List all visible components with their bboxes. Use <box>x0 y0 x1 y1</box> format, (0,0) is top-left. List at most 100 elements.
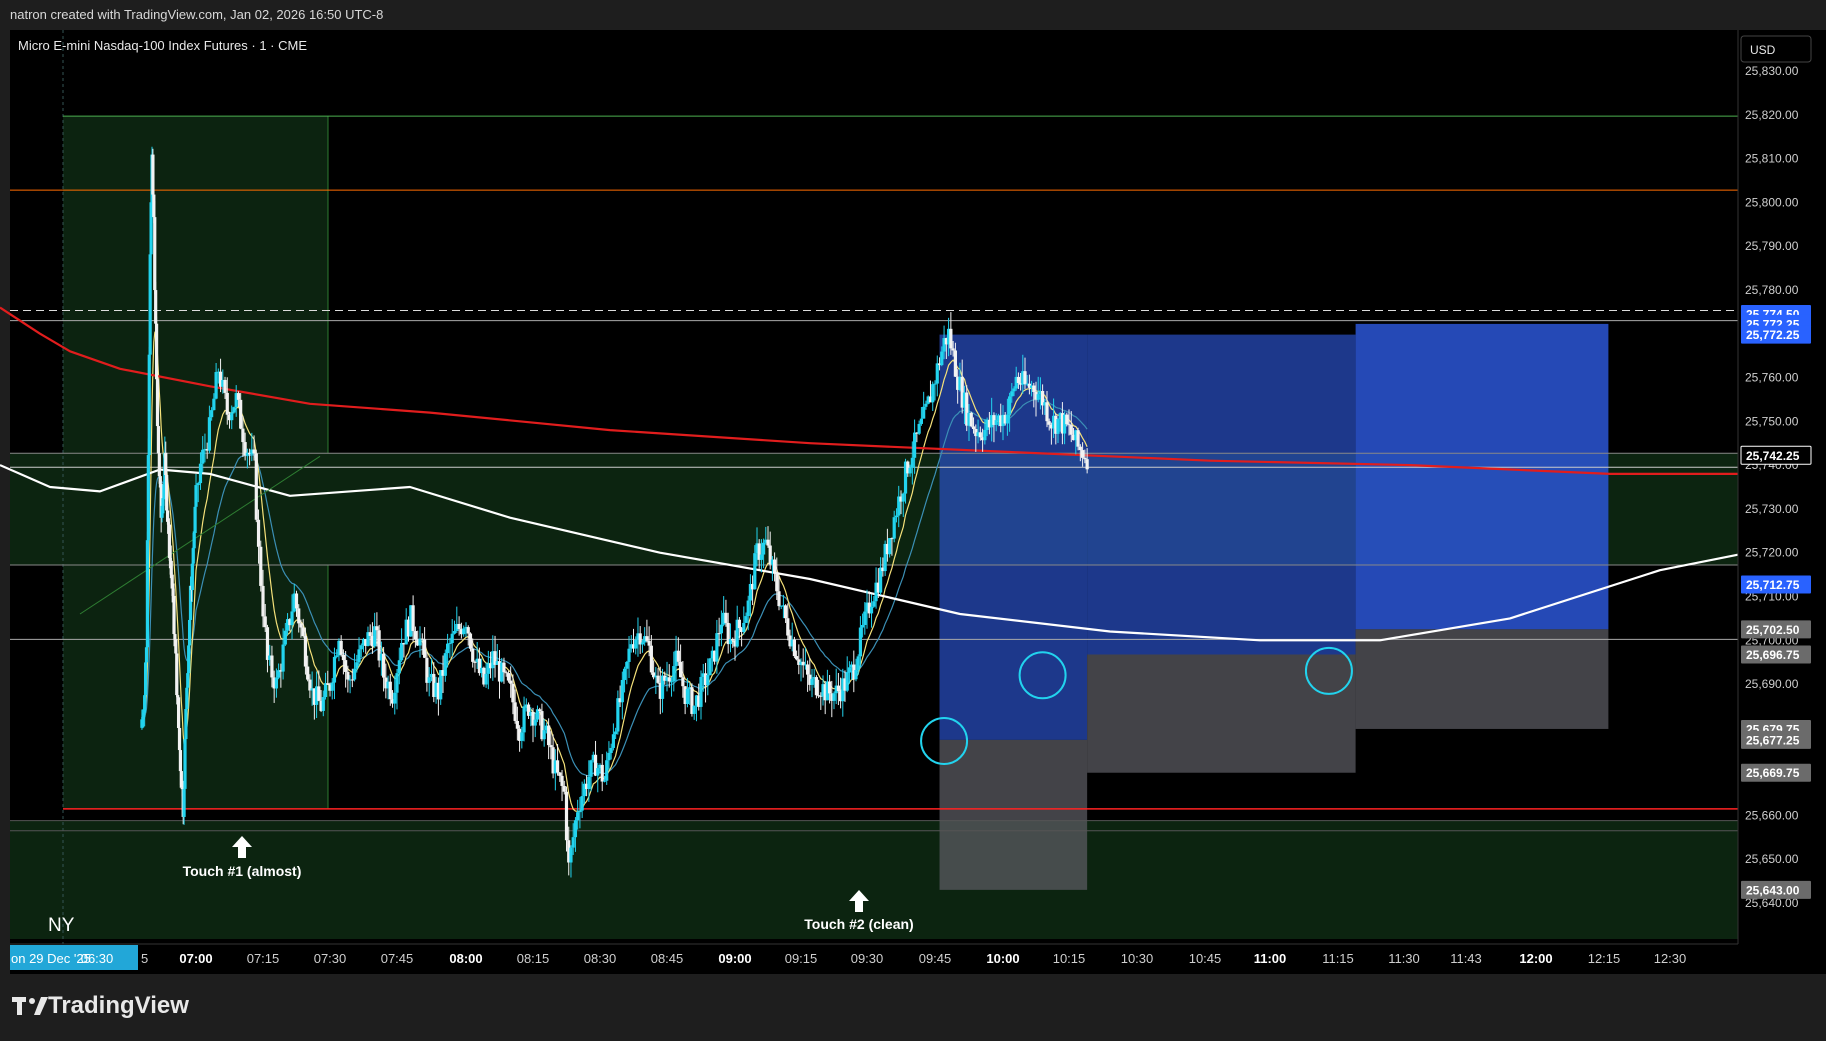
candle-body <box>669 681 674 683</box>
candle-body <box>179 771 183 788</box>
candle-body <box>786 618 790 636</box>
price-label-text: 25,677.25 <box>1746 733 1800 747</box>
y-tick: 25,830.00 <box>1745 64 1799 78</box>
candle-body <box>450 633 454 644</box>
candle-body <box>352 668 357 680</box>
candle-body <box>400 642 404 661</box>
candle-body <box>306 666 310 680</box>
candle-body <box>924 403 928 407</box>
candle-body <box>303 636 308 667</box>
candle-body <box>382 653 386 678</box>
candle-body <box>888 538 892 555</box>
candle-body <box>828 681 832 694</box>
candle-body <box>350 679 354 681</box>
candle-body <box>795 656 799 660</box>
y-tick: 25,790.00 <box>1745 239 1799 253</box>
candle-body <box>1056 419 1060 434</box>
candle-body <box>773 559 777 573</box>
candle-body <box>178 750 183 772</box>
y-tick: 25,820.00 <box>1745 108 1799 122</box>
candle-body <box>1065 414 1069 425</box>
x-tick: 11:30 <box>1388 951 1420 966</box>
candle-body <box>607 752 611 761</box>
brand-name: TradingView <box>48 992 189 1019</box>
candle-body <box>194 485 198 507</box>
candle-body <box>196 483 200 486</box>
x-tick: 07:15 <box>247 951 280 966</box>
candle-body <box>746 600 750 617</box>
x-tick: 09:00 <box>718 951 751 966</box>
candle-body <box>724 612 728 623</box>
candle-body <box>176 697 181 729</box>
x-tick: 12:15 <box>1588 951 1621 966</box>
candle-body <box>777 591 781 607</box>
currency-label: USD <box>1750 43 1776 57</box>
session-label: NY <box>48 915 75 936</box>
candle-body <box>443 653 447 676</box>
candle-body <box>854 669 858 680</box>
candle-body <box>715 633 719 662</box>
candle-body <box>388 681 392 700</box>
candle-body <box>468 633 473 649</box>
x-tick: 08:00 <box>449 951 482 966</box>
candle-body <box>484 673 488 685</box>
candle-body <box>395 673 399 693</box>
candle-body <box>230 412 234 421</box>
candle-body <box>270 655 274 678</box>
candle-body <box>549 745 553 748</box>
candle-body <box>149 202 153 255</box>
candle-body <box>676 650 680 662</box>
candle-body <box>542 730 546 740</box>
candle-body <box>627 648 631 662</box>
candle-body <box>147 354 151 456</box>
x-tick: 11:00 <box>1254 951 1287 966</box>
candle-body <box>448 643 452 645</box>
candle-body <box>766 539 770 546</box>
candle-body <box>719 624 723 634</box>
candle-body <box>397 660 401 674</box>
candle-body <box>457 623 461 630</box>
candle-body <box>564 791 569 841</box>
candle-body <box>836 685 840 692</box>
candle-body <box>357 649 361 663</box>
candle-body <box>692 705 696 714</box>
x-tick: 11:15 <box>1322 951 1354 966</box>
candle-body <box>717 633 721 635</box>
x-tick: 12:30 <box>1654 951 1687 966</box>
candle-body <box>1005 414 1009 424</box>
candle-body <box>647 640 651 646</box>
candle-body <box>261 585 265 617</box>
candle-body <box>762 542 766 555</box>
candle-body <box>933 383 937 385</box>
candle-body <box>569 847 573 863</box>
candle-body <box>511 683 515 703</box>
chart-canvas[interactable]: Touch #1 (almost) Touch #2 (clean) NY Micr… <box>0 0 1826 974</box>
candle-body <box>290 611 294 626</box>
candle-body <box>596 768 600 776</box>
candle-body <box>466 627 470 634</box>
candle-body <box>969 412 973 427</box>
candle-body <box>301 627 305 637</box>
candle-body <box>919 418 923 424</box>
candle-body <box>317 686 321 701</box>
candle-body <box>225 392 229 415</box>
x-tick: 09:45 <box>919 951 952 966</box>
candle-body <box>949 328 953 349</box>
x-tick: on 29 Dec '25 <box>11 951 91 966</box>
candle-body <box>753 553 757 590</box>
candle-body <box>210 410 214 418</box>
candle-body <box>321 697 325 711</box>
x-tick: 08:45 <box>651 951 684 966</box>
candle-body <box>473 661 477 663</box>
candle-body <box>418 638 422 646</box>
candle-body <box>413 631 417 640</box>
candle-body <box>538 709 542 712</box>
price-label-text: 25,712.75 <box>1746 578 1800 592</box>
y-tick: 25,690.00 <box>1745 677 1799 691</box>
candle-body <box>555 760 560 773</box>
candle-body <box>640 642 645 645</box>
candle-body <box>1010 391 1014 397</box>
candle-body <box>346 671 350 680</box>
tradingview-logo[interactable]: TradingView <box>12 992 189 1020</box>
x-tick-clipped: 5 <box>141 951 148 966</box>
